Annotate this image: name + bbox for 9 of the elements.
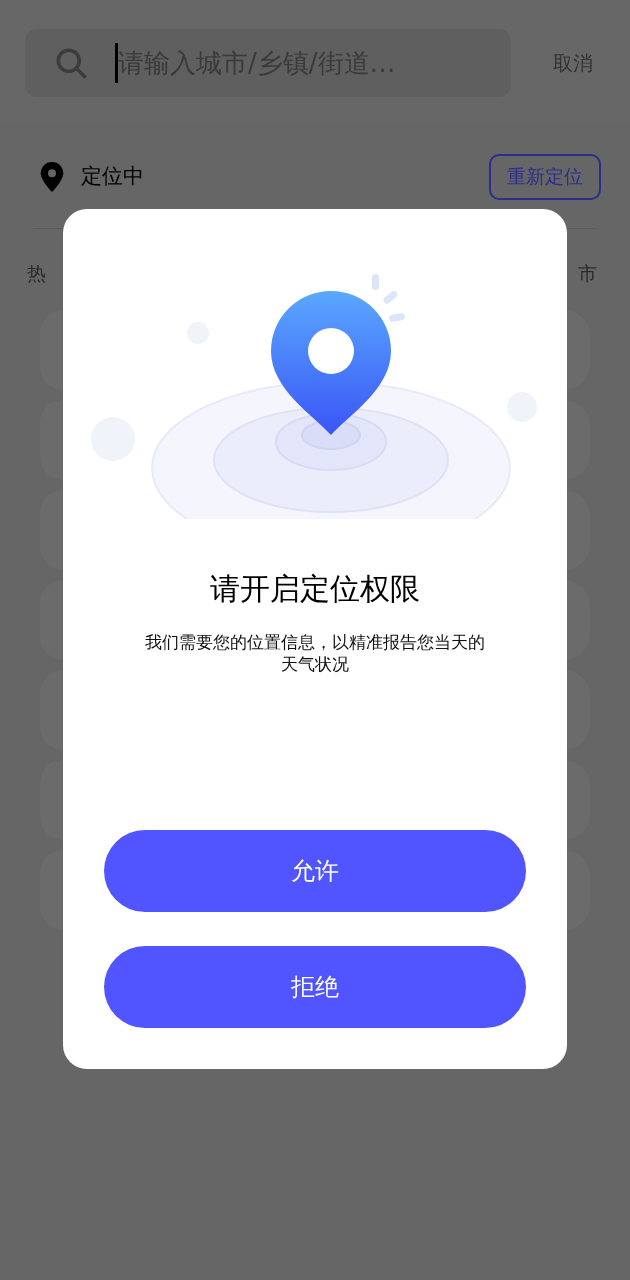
- location-status: 定位中: [81, 162, 144, 190]
- text-cursor: [115, 42, 118, 83]
- section-label: 热: [27, 261, 46, 286]
- section-label: 市: [578, 261, 597, 286]
- dialog-button[interactable]: 允许: [104, 830, 526, 912]
- dialog-button[interactable]: 拒绝: [104, 946, 526, 1028]
- dialog-title: 请开启定位权限: [210, 570, 420, 608]
- dialog-message: 我们需要您的位置信息，以精准报告您当天的天气状况: [144, 631, 486, 675]
- location-pin-icon: [39, 161, 65, 192]
